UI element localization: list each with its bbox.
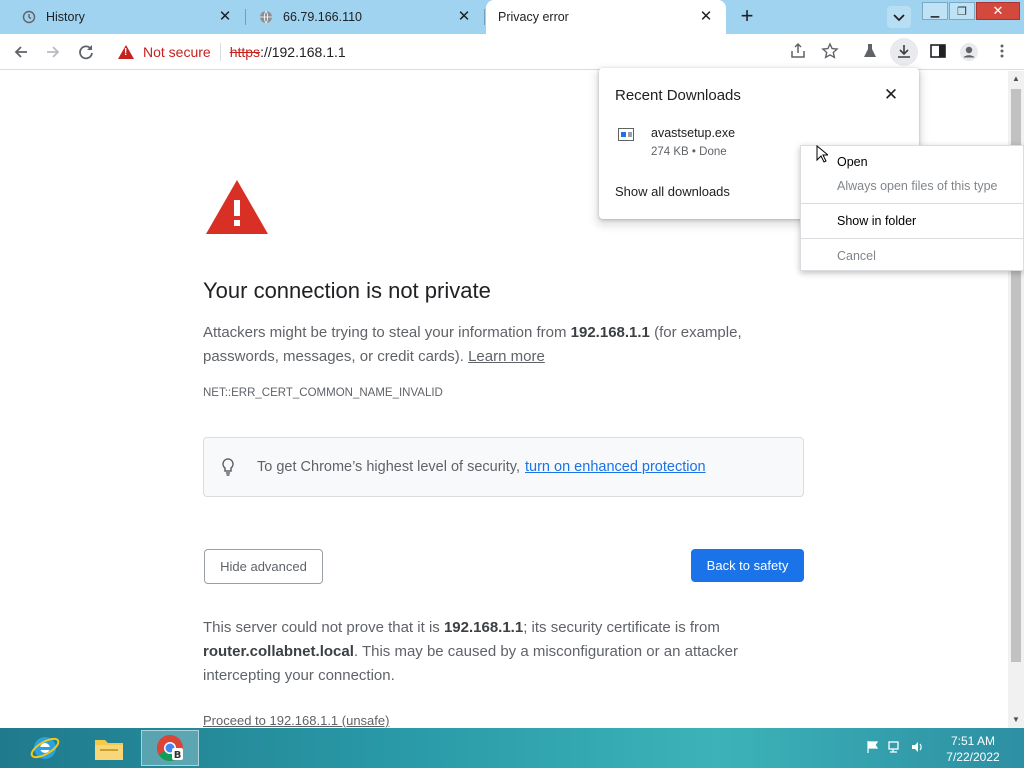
menu-item-always-open[interactable]: Always open files of this type: [837, 179, 998, 193]
scroll-up-icon[interactable]: ▲: [1008, 71, 1024, 87]
close-tab-icon[interactable]: ✕: [217, 9, 233, 25]
address-bar[interactable]: Not secure https://192.168.1.1: [108, 37, 860, 67]
menu-item-open[interactable]: Open: [837, 155, 868, 169]
proceed-unsafe-link[interactable]: Proceed to 192.168.1.1 (unsafe): [203, 713, 389, 728]
download-file-name[interactable]: avastsetup.exe: [651, 126, 735, 140]
advanced-details: This server could not prove that it is 1…: [203, 616, 808, 688]
history-icon: [22, 10, 36, 24]
warning-icon: [118, 45, 134, 59]
flask-icon: [864, 44, 876, 57]
scroll-down-icon[interactable]: ▼: [1008, 712, 1024, 728]
labs-button[interactable]: [860, 42, 880, 62]
profile-button[interactable]: [959, 42, 979, 62]
star-icon: [821, 42, 839, 59]
file-icon: [618, 128, 634, 141]
url-scheme: https: [229, 44, 261, 60]
more-vert-icon: [1000, 44, 1004, 58]
enhanced-protection-promo: To get Chrome’s highest level of securit…: [203, 437, 804, 497]
forward-button[interactable]: [42, 41, 64, 63]
avatar-icon: [960, 43, 978, 61]
clock-date: 7/22/2022: [946, 750, 1000, 764]
tab-remote-host[interactable]: 66.79.166.110 ✕: [247, 0, 485, 34]
download-status: 274 KB • Done: [651, 146, 727, 158]
tab-title: 66.79.166.110: [283, 10, 363, 24]
details-text: ; its security certificate is from: [523, 619, 720, 636]
svg-text:B: B: [174, 750, 182, 761]
error-code: NET::ERR_CERT_COMMON_NAME_INVALID: [203, 387, 443, 399]
tab-privacy-error[interactable]: Privacy error ✕: [486, 0, 726, 34]
menu-item-cancel[interactable]: Cancel: [837, 249, 876, 263]
description-text: Attackers might be trying to steal your …: [203, 324, 571, 341]
windows-taskbar: B 7:51 AM 7/22/2022: [0, 728, 1024, 768]
page-title: Your connection is not private: [203, 278, 491, 303]
enhanced-protection-link[interactable]: turn on enhanced protection: [525, 459, 706, 475]
window-controls: ▁ ❐ ✕: [921, 2, 1020, 20]
download-context-menu: Open Always open files of this type Show…: [800, 145, 1024, 271]
mouse-cursor-icon: [816, 145, 828, 163]
menu-divider: [801, 238, 1023, 239]
taskbar-ie-button[interactable]: [16, 730, 74, 766]
show-all-downloads-link[interactable]: Show all downloads: [615, 184, 730, 199]
not-secure-chip[interactable]: Not secure: [143, 44, 211, 60]
new-tab-button[interactable]: +: [735, 5, 759, 29]
error-description: Attackers might be trying to steal your …: [203, 321, 803, 369]
tab-title: History: [46, 10, 85, 24]
network-icon[interactable]: [888, 740, 902, 754]
reload-icon: [79, 45, 93, 60]
flag-icon[interactable]: [866, 740, 880, 754]
browser-toolbar: Not secure https://192.168.1.1: [0, 34, 1024, 70]
taskbar-explorer-button[interactable]: [80, 730, 138, 766]
tab-history[interactable]: History ✕: [8, 0, 246, 34]
side-panel-button[interactable]: [928, 42, 948, 62]
tab-title: Privacy error: [498, 10, 569, 24]
lightbulb-icon: [222, 458, 234, 476]
arrow-right-icon: [47, 46, 60, 58]
close-tab-icon[interactable]: ✕: [456, 9, 472, 25]
taskbar-chrome-button[interactable]: B: [141, 730, 199, 766]
share-icon: [791, 42, 805, 58]
bookmark-button[interactable]: [820, 42, 840, 62]
folder-icon: [95, 740, 123, 760]
globe-icon: [260, 10, 272, 24]
share-button[interactable]: [788, 42, 808, 62]
tab-search-button[interactable]: [887, 6, 911, 28]
url-host: ://192.168.1.1: [260, 44, 346, 60]
chevron-down-icon: [893, 14, 905, 22]
menu-divider: [801, 203, 1023, 204]
menu-button[interactable]: [992, 42, 1012, 62]
system-tray: [866, 740, 924, 754]
back-to-safety-button[interactable]: Back to safety: [691, 549, 804, 582]
restore-button[interactable]: ❐: [949, 2, 975, 20]
details-issuer: router.collabnet.local: [203, 643, 354, 660]
tab-strip: History ✕ 66.79.166.110 ✕ Privacy error …: [0, 0, 1024, 34]
description-host: 192.168.1.1: [570, 324, 650, 341]
download-icon: [898, 45, 910, 58]
speaker-icon[interactable]: [910, 740, 924, 754]
close-window-button[interactable]: ✕: [976, 2, 1020, 20]
clock-time: 7:51 AM: [950, 734, 996, 748]
side-panel-icon: [930, 44, 946, 58]
learn-more-link[interactable]: Learn more: [468, 348, 545, 365]
details-text: This server could not prove that it is: [203, 619, 444, 636]
close-icon[interactable]: ✕: [882, 86, 900, 104]
details-host: 192.168.1.1: [443, 619, 524, 636]
downloads-title: Recent Downloads: [615, 87, 741, 104]
back-button[interactable]: [10, 41, 32, 63]
divider: [219, 43, 221, 61]
hide-advanced-button[interactable]: Hide advanced: [204, 549, 323, 584]
reload-button[interactable]: [75, 41, 97, 63]
downloads-button[interactable]: [890, 38, 918, 66]
internet-explorer-icon: [30, 737, 60, 759]
promo-text: To get Chrome’s highest level of securit…: [257, 459, 521, 475]
chrome-icon: B: [156, 734, 183, 762]
menu-item-show-in-folder[interactable]: Show in folder: [837, 214, 916, 228]
arrow-left-icon: [14, 46, 27, 58]
minimize-button[interactable]: ▁: [922, 2, 948, 20]
close-tab-icon[interactable]: ✕: [698, 9, 714, 25]
system-clock[interactable]: 7:51 AM 7/22/2022: [938, 733, 1008, 765]
warning-triangle-icon: [206, 180, 268, 234]
